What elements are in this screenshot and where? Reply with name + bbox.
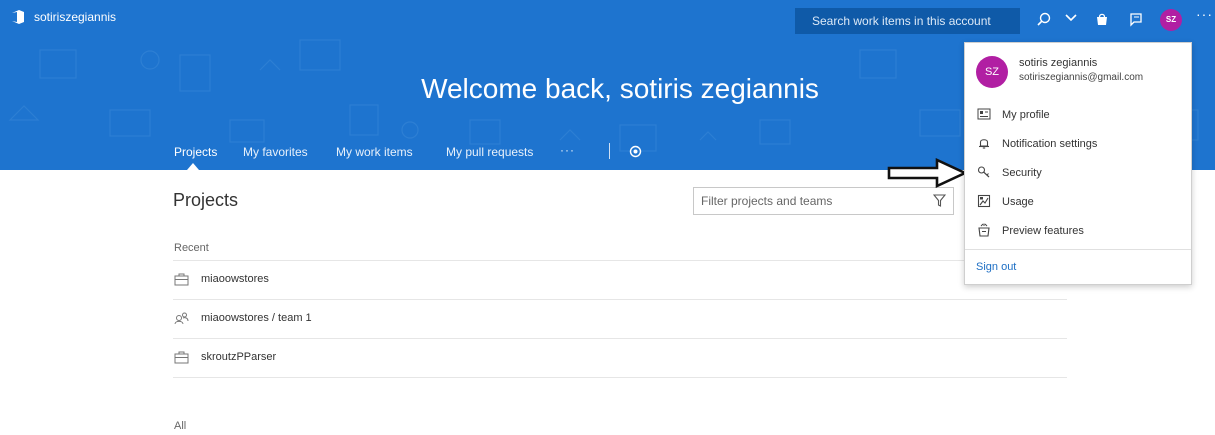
active-tab-indicator: [187, 163, 199, 170]
search-icon[interactable]: [1037, 12, 1051, 26]
profile-menu: SZ sotiris zegiannis sotiriszegiannis@gm…: [964, 42, 1192, 285]
project-icon: [174, 351, 189, 364]
feedback-icon[interactable]: [1128, 12, 1143, 27]
profile-card-icon: [977, 108, 991, 120]
tab-projects[interactable]: Projects: [174, 145, 217, 159]
preview-icon: [978, 223, 990, 237]
project-name[interactable]: skroutzPParser: [201, 351, 276, 363]
menu-item-label: Notification settings: [1002, 138, 1098, 150]
menu-item-usage[interactable]: Usage: [965, 188, 1191, 216]
marketplace-icon[interactable]: [1095, 12, 1109, 26]
page-title: Projects: [173, 190, 239, 210]
top-bar: sotiriszegiannis Search work items in th…: [0, 0, 1215, 36]
menu-item-label: Usage: [1002, 196, 1034, 208]
user-name: sotiris zegiannis: [1019, 57, 1098, 69]
nav-divider: [609, 143, 610, 159]
chevron-down-icon[interactable]: [1065, 14, 1077, 22]
usage-icon: [977, 194, 991, 208]
settings-gear-icon[interactable]: [629, 145, 642, 158]
nav-more-icon[interactable]: ···: [560, 143, 575, 157]
list-item[interactable]: miaoowstores: [173, 261, 1067, 299]
search-input[interactable]: Search work items in this account: [795, 8, 1020, 34]
tab-my-pull-requests[interactable]: My pull requests: [446, 145, 533, 159]
divider: [173, 377, 1067, 378]
team-name[interactable]: miaoowstores / team 1: [201, 312, 312, 324]
menu-item-label: My profile: [1002, 109, 1050, 121]
more-icon[interactable]: ···: [1196, 6, 1213, 22]
avatar: SZ: [976, 56, 1008, 88]
menu-item-label: Preview features: [1002, 225, 1084, 237]
menu-item-notification-settings[interactable]: Notification settings: [965, 130, 1191, 158]
filter-input[interactable]: Filter projects and teams: [693, 187, 954, 215]
all-label: All: [174, 420, 187, 432]
tab-my-work-items[interactable]: My work items: [336, 145, 413, 159]
list-item[interactable]: skroutzPParser: [173, 339, 1067, 377]
sign-out-link[interactable]: Sign out: [976, 261, 1016, 273]
pointer-arrow-icon: [887, 158, 967, 188]
menu-item-preview-features[interactable]: Preview features: [965, 217, 1191, 245]
user-email: sotiriszegiannis@gmail.com: [1019, 72, 1144, 83]
menu-divider: [965, 249, 1191, 250]
menu-item-my-profile[interactable]: My profile: [965, 101, 1191, 129]
team-icon: [174, 312, 189, 325]
recent-label: Recent: [174, 242, 209, 254]
project-icon: [174, 273, 189, 286]
key-icon: [977, 166, 990, 178]
filter-icon[interactable]: [933, 194, 946, 207]
tab-my-favorites[interactable]: My favorites: [243, 145, 308, 159]
menu-item-security[interactable]: Security: [965, 159, 1191, 187]
menu-item-label: Security: [1002, 167, 1042, 179]
bell-icon: [979, 139, 989, 149]
list-item[interactable]: miaoowstores / team 1: [173, 300, 1067, 338]
account-name[interactable]: sotiriszegiannis: [34, 10, 116, 24]
avatar[interactable]: SZ: [1160, 9, 1182, 31]
vsts-logo-icon[interactable]: [9, 8, 27, 26]
project-name[interactable]: miaoowstores: [201, 273, 269, 285]
